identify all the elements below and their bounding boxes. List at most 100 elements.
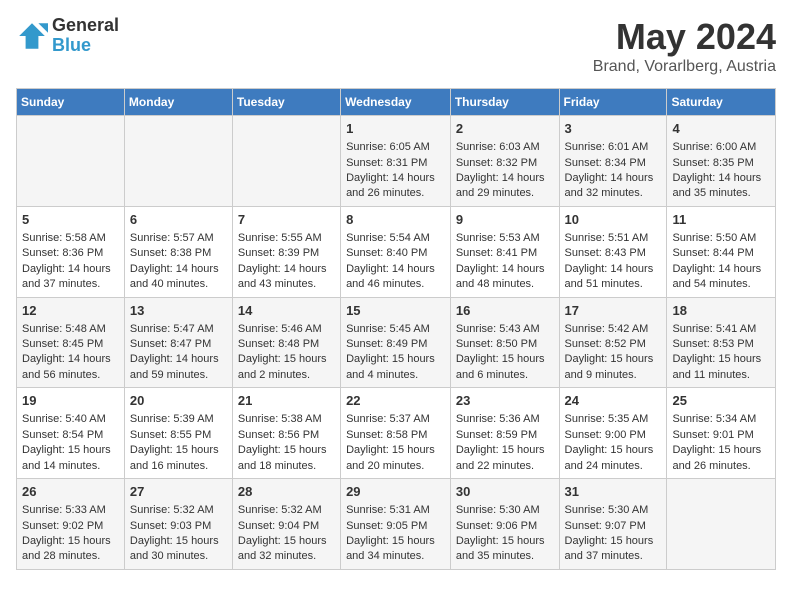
day-info: Daylight: 15 hours and 37 minutes.	[565, 534, 662, 565]
logo-icon	[16, 20, 48, 52]
calendar-body: 1Sunrise: 6:05 AMSunset: 8:31 PMDaylight…	[17, 116, 776, 570]
calendar-cell: 24Sunrise: 5:35 AMSunset: 9:00 PMDayligh…	[559, 388, 667, 479]
day-info: Sunset: 8:54 PM	[22, 428, 119, 443]
calendar-cell: 23Sunrise: 5:36 AMSunset: 8:59 PMDayligh…	[450, 388, 559, 479]
day-info: Daylight: 15 hours and 28 minutes.	[22, 534, 119, 565]
calendar-week-row: 5Sunrise: 5:58 AMSunset: 8:36 PMDaylight…	[17, 206, 776, 297]
day-info: Sunrise: 5:38 AM	[238, 412, 335, 427]
day-number: 8	[346, 211, 445, 229]
day-info: Daylight: 14 hours and 48 minutes.	[456, 262, 554, 293]
day-number: 23	[456, 392, 554, 410]
day-number: 31	[565, 483, 662, 501]
day-info: Sunrise: 5:57 AM	[130, 231, 227, 246]
page-header: General Blue May 2024 Brand, Vorarlberg,…	[16, 16, 776, 76]
calendar-cell: 31 Sunrise: 5:30 AMSunset: 9:07 PMDayligh…	[559, 479, 667, 570]
calendar-cell: 8Sunrise: 5:54 AMSunset: 8:40 PMDaylight…	[341, 206, 451, 297]
day-info: Sunset: 9:05 PM	[346, 519, 445, 534]
day-info: Daylight: 15 hours and 32 minutes.	[238, 534, 335, 565]
day-info: Sunrise: 5:47 AM	[130, 322, 227, 337]
calendar-cell: 12Sunrise: 5:48 AMSunset: 8:45 PMDayligh…	[17, 297, 125, 388]
day-info: Sunrise: 5:32 AM	[238, 503, 335, 518]
day-info: Sunset: 8:49 PM	[346, 337, 445, 352]
day-info: Sunrise: 5:41 AM	[672, 322, 770, 337]
day-info: Sunset: 8:44 PM	[672, 246, 770, 261]
day-of-week-header: Thursday	[450, 89, 559, 116]
day-number: 4	[672, 120, 770, 138]
calendar-cell: 14Sunrise: 5:46 AMSunset: 8:48 PMDayligh…	[232, 297, 340, 388]
day-info: Sunset: 9:07 PM	[565, 519, 662, 534]
day-info: Sunrise: 5:40 AM	[22, 412, 119, 427]
calendar-cell: 9Sunrise: 5:53 AMSunset: 8:41 PMDaylight…	[450, 206, 559, 297]
day-info: Sunrise: 5:58 AM	[22, 231, 119, 246]
calendar-cell: 10Sunrise: 5:51 AMSunset: 8:43 PMDayligh…	[559, 206, 667, 297]
day-info: Daylight: 14 hours and 59 minutes.	[130, 352, 227, 383]
day-info: Sunset: 8:38 PM	[130, 246, 227, 261]
day-info: Sunset: 8:47 PM	[130, 337, 227, 352]
day-info: Daylight: 14 hours and 46 minutes.	[346, 262, 445, 293]
day-info: Sunset: 8:34 PM	[565, 156, 662, 171]
title-block: May 2024 Brand, Vorarlberg, Austria	[593, 16, 776, 76]
calendar-cell: 28Sunrise: 5:32 AMSunset: 9:04 PMDayligh…	[232, 479, 340, 570]
day-info: Daylight: 15 hours and 18 minutes.	[238, 443, 335, 474]
day-info: Sunset: 8:31 PM	[346, 156, 445, 171]
calendar-title: May 2024	[593, 16, 776, 58]
day-info: Sunset: 9:00 PM	[565, 428, 662, 443]
day-info: Sunrise: 5:43 AM	[456, 322, 554, 337]
calendar-cell: 3Sunrise: 6:01 AMSunset: 8:34 PMDaylight…	[559, 116, 667, 207]
calendar-cell: 1Sunrise: 6:05 AMSunset: 8:31 PMDaylight…	[341, 116, 451, 207]
calendar-subtitle: Brand, Vorarlberg, Austria	[593, 58, 776, 76]
logo-line2: Blue	[52, 36, 119, 56]
logo-line1: General	[52, 16, 119, 36]
day-number: 3	[565, 120, 662, 138]
day-info: Daylight: 15 hours and 34 minutes.	[346, 534, 445, 565]
day-info: Daylight: 15 hours and 30 minutes.	[130, 534, 227, 565]
day-info: Daylight: 15 hours and 20 minutes.	[346, 443, 445, 474]
calendar-cell: 16Sunrise: 5:43 AMSunset: 8:50 PMDayligh…	[450, 297, 559, 388]
calendar-cell: 29Sunrise: 5:31 AMSunset: 9:05 PMDayligh…	[341, 479, 451, 570]
calendar-cell: 5Sunrise: 5:58 AMSunset: 8:36 PMDaylight…	[17, 206, 125, 297]
day-info: Sunset: 8:48 PM	[238, 337, 335, 352]
day-number: 22	[346, 392, 445, 410]
calendar-week-row: 1Sunrise: 6:05 AMSunset: 8:31 PMDaylight…	[17, 116, 776, 207]
calendar-cell: 17Sunrise: 5:42 AMSunset: 8:52 PMDayligh…	[559, 297, 667, 388]
calendar-cell: 30Sunrise: 5:30 AMSunset: 9:06 PMDayligh…	[450, 479, 559, 570]
day-info: Daylight: 14 hours and 51 minutes.	[565, 262, 662, 293]
day-number: 10	[565, 211, 662, 229]
day-info: Daylight: 14 hours and 32 minutes.	[565, 171, 662, 202]
day-number: 30	[456, 483, 554, 501]
day-info: Sunset: 8:41 PM	[456, 246, 554, 261]
day-number: 21	[238, 392, 335, 410]
calendar-header: SundayMondayTuesdayWednesdayThursdayFrid…	[17, 89, 776, 116]
day-of-week-header: Friday	[559, 89, 667, 116]
calendar-cell	[667, 479, 776, 570]
day-number: 11	[672, 211, 770, 229]
day-info: Sunrise: 5:30 AM	[565, 503, 662, 518]
day-info: Daylight: 15 hours and 9 minutes.	[565, 352, 662, 383]
day-number: 2	[456, 120, 554, 138]
day-info: Sunset: 8:32 PM	[456, 156, 554, 171]
day-info: Sunset: 8:58 PM	[346, 428, 445, 443]
day-info: Daylight: 15 hours and 35 minutes.	[456, 534, 554, 565]
day-info: Daylight: 14 hours and 26 minutes.	[346, 171, 445, 202]
day-info: Sunset: 9:01 PM	[672, 428, 770, 443]
day-info: Sunrise: 5:42 AM	[565, 322, 662, 337]
day-info: Daylight: 14 hours and 56 minutes.	[22, 352, 119, 383]
day-info: Sunrise: 5:36 AM	[456, 412, 554, 427]
day-info: Sunrise: 5:32 AM	[130, 503, 227, 518]
day-of-week-header: Monday	[124, 89, 232, 116]
day-number: 25	[672, 392, 770, 410]
day-number: 18	[672, 302, 770, 320]
calendar-cell: 4Sunrise: 6:00 AMSunset: 8:35 PMDaylight…	[667, 116, 776, 207]
logo: General Blue	[16, 16, 119, 56]
calendar-cell: 11Sunrise: 5:50 AMSunset: 8:44 PMDayligh…	[667, 206, 776, 297]
day-info: Sunrise: 5:34 AM	[672, 412, 770, 427]
day-info: Sunset: 8:39 PM	[238, 246, 335, 261]
calendar-cell: 19Sunrise: 5:40 AMSunset: 8:54 PMDayligh…	[17, 388, 125, 479]
day-info: Sunset: 8:59 PM	[456, 428, 554, 443]
calendar-week-row: 26Sunrise: 5:33 AMSunset: 9:02 PMDayligh…	[17, 479, 776, 570]
day-info: Daylight: 14 hours and 29 minutes.	[456, 171, 554, 202]
day-info: Sunset: 8:43 PM	[565, 246, 662, 261]
day-number: 16	[456, 302, 554, 320]
day-info: Sunrise: 5:39 AM	[130, 412, 227, 427]
day-info: Daylight: 14 hours and 35 minutes.	[672, 171, 770, 202]
